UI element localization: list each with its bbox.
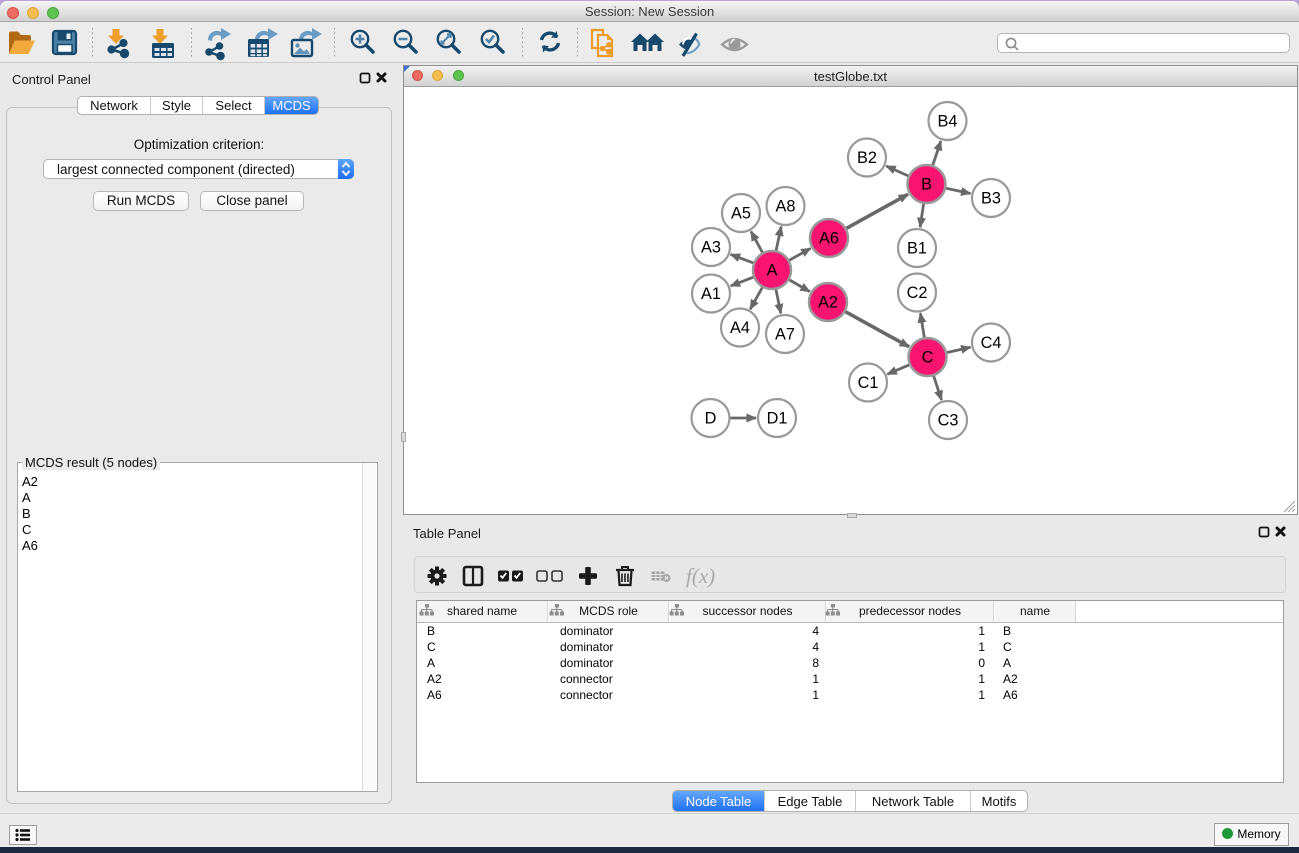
svg-text:A7: A7 [775,326,795,344]
svg-text:B3: B3 [981,190,1001,208]
svg-text:D: D [705,410,717,428]
svg-text:A8: A8 [776,198,796,216]
svg-text:A1: A1 [701,285,721,303]
svg-text:C4: C4 [981,334,1002,352]
svg-text:B4: B4 [938,113,958,131]
svg-text:C1: C1 [858,374,879,392]
svg-text:B2: B2 [857,149,877,167]
svg-text:A: A [767,262,778,280]
svg-text:B: B [921,176,932,194]
svg-text:C3: C3 [938,412,959,430]
svg-text:B1: B1 [907,240,927,258]
svg-text:C: C [922,349,934,367]
svg-text:A2: A2 [818,294,838,312]
svg-text:A5: A5 [731,205,751,223]
svg-text:C2: C2 [907,284,928,302]
svg-text:A6: A6 [819,230,839,248]
svg-text:D1: D1 [767,410,788,428]
svg-text:A4: A4 [730,319,750,337]
svg-text:f(x): f(x) [686,564,715,588]
svg-text:A3: A3 [701,239,721,257]
